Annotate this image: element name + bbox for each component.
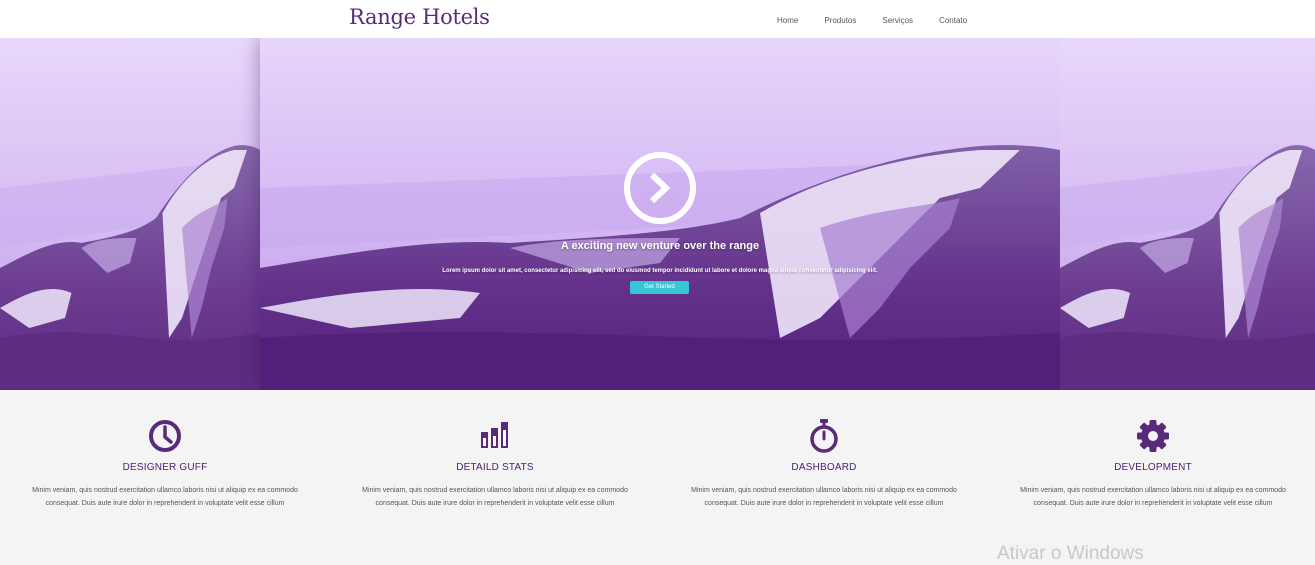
nav-item-servicos[interactable]: Serviços [882, 16, 913, 25]
chevron-right-circle-icon[interactable] [624, 152, 696, 224]
get-started-button[interactable]: Get Started [630, 281, 689, 294]
feature-text: Minim veniam, quis nostrud exercitation … [362, 487, 628, 507]
nav-item-produtos[interactable]: Produtos [824, 16, 856, 25]
nav-item-home[interactable]: Home [777, 16, 798, 25]
feature-text: Minim veniam, quis nostrud exercitation … [1020, 487, 1286, 507]
brand-logo[interactable]: Range Hotels [349, 5, 490, 29]
windows-activation-watermark: Ativar o Windows [997, 543, 1144, 564]
feature-title: DEVELOPMENT [1114, 462, 1192, 473]
stopwatch-icon [810, 419, 838, 453]
main-nav: Home Produtos Serviços Contato [777, 16, 993, 25]
carousel-slide-next[interactable] [1060, 38, 1315, 390]
hero-subtitle: Lorem ipsum dolor sit amet, consectetur … [442, 268, 878, 274]
gear-icon [1137, 420, 1169, 452]
clock-icon [149, 420, 181, 452]
feature-title: DESIGNER GUFF [122, 462, 208, 473]
nav-item-contato[interactable]: Contato [939, 16, 967, 25]
carousel-slide-previous[interactable] [0, 38, 260, 390]
feature-title: DETAILD STATS [456, 462, 534, 473]
bar-chart-icon [481, 422, 508, 448]
feature-text: Minim veniam, quis nostrud exercitation … [32, 487, 298, 507]
features-section: DESIGNER GUFF Minim veniam, quis nostrud… [0, 390, 1315, 560]
top-navbar: Range Hotels Home Produtos Serviços Cont… [0, 0, 1315, 38]
feature-title: DASHBOARD [791, 462, 857, 473]
hero-title: A exciting new venture over the range [560, 240, 760, 252]
feature-text: Minim veniam, quis nostrud exercitation … [691, 487, 957, 507]
